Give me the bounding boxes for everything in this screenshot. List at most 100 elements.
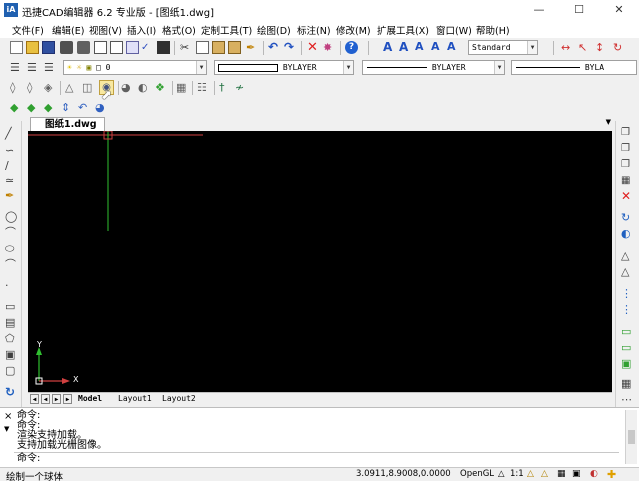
subtract-icon[interactable]: ◆ [27,101,40,114]
delete-icon[interactable]: ✕ [621,190,634,203]
union-icon[interactable]: ◆ [10,101,23,114]
save-icon[interactable] [42,41,55,54]
cone-icon[interactable]: △ [65,81,78,94]
workspace-icon[interactable]: ▦ [557,469,566,479]
radius-dimension-icon[interactable]: ↻ [613,41,626,54]
menu-modify[interactable]: 修改(M) [336,23,371,37]
auto-scale-icon[interactable]: △ [541,469,548,479]
edit-text-icon[interactable]: A [415,40,428,53]
command-scrollbar[interactable] [625,410,637,464]
menu-format[interactable]: 格式(O) [162,23,196,37]
print-icon[interactable] [60,41,73,54]
move3d-icon[interactable]: ⇕ [61,101,74,114]
next-tab-icon[interactable]: ▶ [52,394,61,404]
library-icon[interactable] [157,41,170,54]
new-file-icon[interactable] [10,41,23,54]
break-icon[interactable]: ⋮ [621,303,634,316]
annotation-scale[interactable]: 1:1 [510,469,524,479]
line-icon[interactable]: ╱ [5,127,18,140]
publish-icon[interactable] [126,41,139,54]
box-icon[interactable]: ◊ [10,81,23,94]
menu-edit[interactable]: 编辑(E) [52,23,84,37]
cut-icon[interactable]: ✂ [180,41,193,54]
trim-icon[interactable]: △ [621,265,634,278]
crosshair-icon[interactable]: ✚ [607,468,616,481]
spline-icon[interactable]: ≃ [5,174,18,187]
pyramid-icon[interactable]: ◈ [44,81,57,94]
rotate3d-icon[interactable]: ↶ [78,101,91,114]
layer-select[interactable]: ☀ ☼ ▣ □ 0 ▼ [63,60,207,75]
extrude-icon[interactable]: ▦ [176,81,189,94]
section-icon[interactable]: ≁ [235,81,248,94]
rectangle-icon[interactable]: ▭ [5,300,18,313]
copy-object-icon[interactable]: ❐ [621,126,634,139]
purge-icon[interactable]: ✸ [323,41,336,54]
erase-icon[interactable]: ✕ [307,41,320,54]
rotate-icon[interactable]: ↻ [621,211,634,224]
document-tab[interactable]: 图纸1.dwg × [30,117,105,143]
refresh-icon[interactable]: ↻ [5,386,18,399]
explode-icon[interactable]: ▣ [621,357,634,370]
torus-icon[interactable]: ❖ [155,81,168,94]
close-button[interactable]: ✕ [599,0,639,20]
paste-icon[interactable] [212,41,225,54]
scrollbar-thumb[interactable] [628,430,635,444]
mtext-icon[interactable]: A [399,40,412,54]
chamfer-icon[interactable]: ▭ [621,325,634,338]
text-icon[interactable]: A [383,40,396,54]
aligned-dimension-icon[interactable]: ↖ [578,41,591,54]
point-icon[interactable]: · [5,279,18,292]
undo-icon[interactable]: ↶ [268,41,281,54]
extend-icon[interactable]: ⋮ [621,287,634,300]
linear-dimension-icon[interactable]: ↔ [561,41,574,54]
command-menu-icon[interactable]: ▼ [4,425,9,433]
edit-polyline-icon[interactable]: ▦ [621,377,634,390]
chevron-down-icon[interactable]: ▼ [606,118,611,126]
menu-extend-tools[interactable]: 扩展工具(X) [377,23,429,37]
move-object-icon[interactable]: ❐ [621,142,634,155]
dish-icon[interactable]: ◕ [121,81,134,94]
color-select[interactable]: BYLAYER ▼ [214,60,354,75]
match-properties-icon[interactable]: ✒ [246,41,259,54]
dome-icon[interactable]: ◐ [138,81,151,94]
lineweight-select[interactable]: BYLA [511,60,637,75]
find-text-icon[interactable]: A [431,40,444,53]
intersect-icon[interactable]: ◆ [44,101,57,114]
maximize-button[interactable]: ☐ [559,0,599,20]
polygon-icon[interactable]: ⬠ [5,332,18,345]
menu-file[interactable]: 文件(F) [12,23,44,37]
drawing-canvas[interactable]: Y X [28,131,612,392]
layer-previous-icon[interactable]: ☰ [27,61,40,74]
first-tab-icon[interactable]: ◀ [30,394,39,404]
hatch-icon[interactable]: ▤ [5,316,18,329]
prev-tab-icon[interactable]: ◀ [41,394,50,404]
tab-layout1[interactable]: Layout1 [118,394,152,403]
ordinate-dimension-icon[interactable]: ↕ [595,41,608,54]
copy-icon[interactable] [196,41,209,54]
spell-check-icon[interactable]: ✓ [141,41,154,54]
circle-icon[interactable]: ◯ [5,210,18,223]
print-preview-icon[interactable] [94,41,107,54]
command-input[interactable]: 命令: [14,452,619,465]
xline-icon[interactable]: ∕ [5,159,18,172]
cylinder-icon[interactable]: ◫ [82,81,95,94]
stretch-icon[interactable]: △ [621,249,634,262]
plot-icon[interactable] [77,41,90,54]
linetype-select[interactable]: BYLAYER ▼ [362,60,505,75]
ellipse-arc-icon[interactable]: ⌒ [5,258,18,271]
menu-custom-tools[interactable]: 定制工具(T) [201,23,252,37]
menu-help[interactable]: 帮助(H) [476,23,510,37]
help-icon[interactable]: ? [345,41,358,54]
slice-icon[interactable]: † [219,81,232,94]
tab-layout2[interactable]: Layout2 [162,394,196,403]
clean-screen-icon[interactable]: ◐ [590,469,598,479]
last-tab-icon[interactable]: ▶ [63,394,72,404]
wedge-icon[interactable]: ◊ [27,81,40,94]
redo-icon[interactable]: ↷ [284,41,297,54]
ellipse-icon[interactable]: ⬭ [5,242,18,255]
annotation-scale-icon[interactable]: △ [498,469,505,479]
text-style-select[interactable]: Standard ▼ [468,40,538,55]
annotation-visibility-icon[interactable]: △ [527,469,534,479]
array-icon[interactable]: ▦ [621,174,634,187]
scale-icon[interactable]: ◐ [621,227,634,240]
